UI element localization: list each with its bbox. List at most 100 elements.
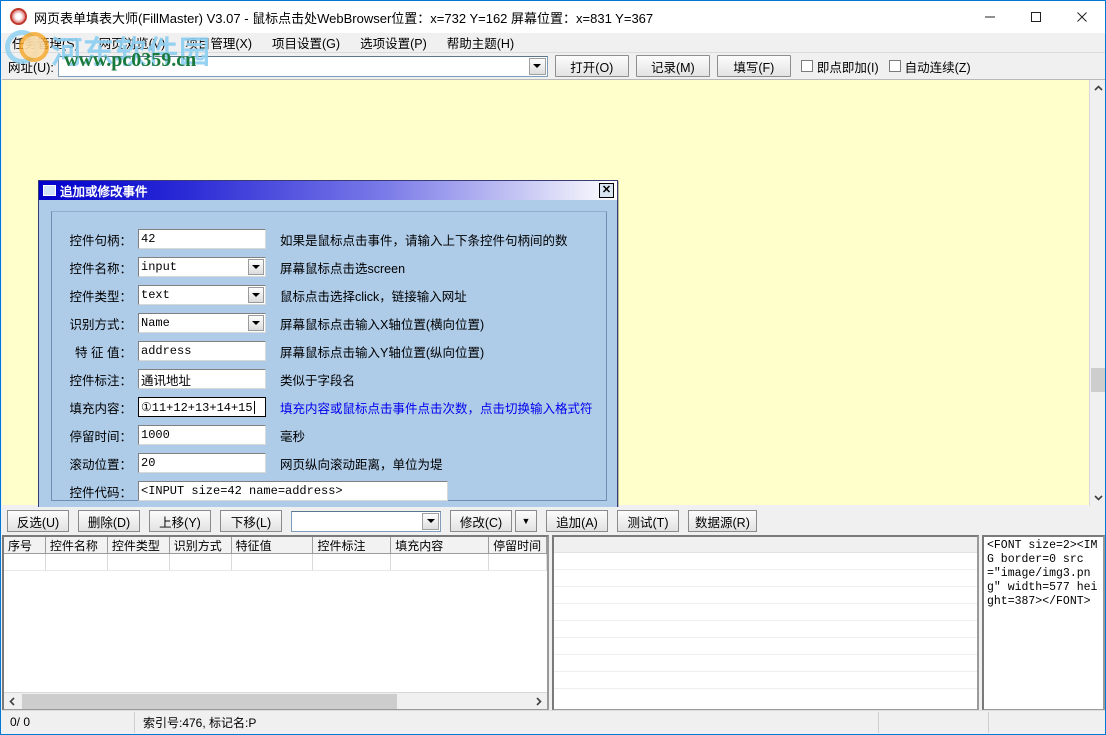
status-bar: 0/ 0 索引号:476, 标记名:P bbox=[2, 710, 1106, 733]
grid-body[interactable] bbox=[4, 554, 547, 691]
text-cursor bbox=[254, 401, 255, 414]
fill-button[interactable]: 填写(F) bbox=[717, 55, 791, 77]
record-button[interactable]: 记录(M) bbox=[636, 55, 710, 77]
scrollbar-thumb[interactable] bbox=[1091, 368, 1106, 392]
grid-column-fill[interactable]: 填充内容 bbox=[391, 537, 489, 554]
events-grid[interactable]: 序号 控件名称 控件类型 识别方式 特征值 控件标注 填充内容 停留时间 bbox=[2, 535, 549, 711]
identify-mode-combobox[interactable]: Name bbox=[138, 313, 266, 333]
scroll-up-icon[interactable] bbox=[1090, 80, 1106, 97]
append-button[interactable]: 追加(A) bbox=[546, 510, 608, 532]
field-row-fill-content: 填充内容： ①11+12+13+14+15 填充内容或鼠标点击事件点击次数，点击… bbox=[52, 396, 593, 418]
move-up-button[interactable]: 上移(Y) bbox=[149, 510, 211, 532]
chevron-down-icon[interactable] bbox=[422, 513, 439, 530]
preview-list-panel[interactable] bbox=[552, 535, 979, 711]
field-label: 特 征 值： bbox=[52, 342, 138, 361]
window-controls bbox=[967, 1, 1105, 33]
chevron-down-icon[interactable] bbox=[529, 58, 546, 75]
grid-column-index[interactable]: 序号 bbox=[4, 537, 46, 554]
list-item[interactable] bbox=[554, 553, 977, 570]
status-cell-3 bbox=[879, 712, 989, 733]
url-toolbar: 网址(U): 打开(O) 记录(M) 填写(F) 即点即加(I) 自动连续(Z) bbox=[2, 53, 1106, 79]
table-row[interactable] bbox=[4, 554, 547, 571]
list-item[interactable] bbox=[554, 587, 977, 604]
maximize-button[interactable] bbox=[1013, 1, 1059, 33]
field-hint: 屏幕鼠标点击输入Y轴位置(纵向位置) bbox=[280, 342, 484, 361]
status-cell-4 bbox=[989, 712, 1104, 733]
chevron-down-icon[interactable] bbox=[248, 287, 264, 303]
close-button[interactable] bbox=[1059, 1, 1105, 33]
browser-viewport[interactable]: 追加或修改事件 ✕ 控件句柄： 42 如果是鼠标点击事件，请输入上下条控件句柄间… bbox=[2, 79, 1106, 505]
field-label: 控件类型： bbox=[52, 286, 138, 305]
control-label-input[interactable]: 通讯地址 bbox=[138, 369, 266, 389]
open-button[interactable]: 打开(O) bbox=[555, 55, 629, 77]
grid-column-control-type[interactable]: 控件类型 bbox=[108, 537, 170, 554]
field-label: 滚动位置： bbox=[52, 454, 138, 473]
scroll-left-icon[interactable] bbox=[4, 693, 21, 710]
grid-column-feature[interactable]: 特征值 bbox=[232, 537, 314, 554]
modify-button[interactable]: 修改(C) bbox=[450, 510, 512, 532]
field-row-delay: 停留时间： 1000 毫秒 bbox=[52, 424, 305, 446]
menu-item-options[interactable]: 选项设置(P) bbox=[350, 32, 437, 53]
list-item[interactable] bbox=[554, 570, 977, 587]
preview-list-header bbox=[554, 537, 977, 553]
feature-value-input[interactable]: address bbox=[138, 341, 266, 361]
field-hint: 如果是鼠标点击事件，请输入上下条控件句柄间的数 bbox=[280, 230, 568, 249]
control-code-input[interactable]: <INPUT size=42 name=address> bbox=[138, 481, 448, 501]
event-filter-combobox[interactable] bbox=[291, 511, 441, 532]
scrollbar-thumb[interactable] bbox=[22, 694, 397, 709]
menu-item-project-settings[interactable]: 项目设置(G) bbox=[262, 32, 350, 53]
control-type-combobox[interactable]: text bbox=[138, 285, 266, 305]
list-item[interactable] bbox=[554, 672, 977, 689]
chevron-down-icon[interactable] bbox=[248, 259, 264, 275]
grid-column-control-name[interactable]: 控件名称 bbox=[46, 537, 108, 554]
scroll-down-icon[interactable] bbox=[1090, 489, 1106, 506]
dialog-close-button[interactable]: ✕ bbox=[599, 183, 614, 198]
datasource-button[interactable]: 数据源(R) bbox=[688, 510, 757, 532]
chevron-down-icon[interactable] bbox=[248, 315, 264, 331]
fill-content-value: ①11+12+13+14+15 bbox=[141, 400, 253, 415]
menu-item-task[interactable]: 任务管理(S) bbox=[2, 32, 89, 53]
menu-item-browse[interactable]: 网页浏览(V) bbox=[89, 32, 176, 53]
html-code-panel[interactable]: <FONT size=2><IMG border=0 src="image/im… bbox=[982, 535, 1105, 711]
field-label: 控件代码： bbox=[52, 482, 138, 501]
menu-item-project[interactable]: 项目管理(X) bbox=[175, 32, 262, 53]
grid-column-identify[interactable]: 识别方式 bbox=[170, 537, 232, 554]
menu-bar: 任务管理(S) 网页浏览(V) 项目管理(X) 项目设置(G) 选项设置(P) … bbox=[2, 33, 1106, 53]
grid-horizontal-scrollbar[interactable] bbox=[4, 692, 547, 709]
url-combobox[interactable] bbox=[58, 56, 548, 77]
test-button[interactable]: 测试(T) bbox=[617, 510, 679, 532]
move-down-button[interactable]: 下移(L) bbox=[220, 510, 282, 532]
grid-column-label[interactable]: 控件标注 bbox=[313, 537, 391, 554]
list-item[interactable] bbox=[554, 638, 977, 655]
minimize-button[interactable] bbox=[967, 1, 1013, 33]
browser-vertical-scrollbar[interactable] bbox=[1089, 80, 1106, 506]
app-logo-icon bbox=[8, 6, 30, 28]
grid-column-delay[interactable]: 停留时间 bbox=[489, 537, 547, 554]
menu-item-help[interactable]: 帮助主题(H) bbox=[437, 32, 524, 53]
window-title: 网页表单填表大师(FillMaster) V3.07 - 鼠标点击处WebBro… bbox=[34, 8, 653, 27]
invert-selection-button[interactable]: 反选(U) bbox=[7, 510, 69, 532]
control-name-combobox[interactable]: input bbox=[138, 257, 266, 277]
auto-continue-checkbox[interactable]: 自动连续(Z) bbox=[889, 57, 971, 76]
field-hint: 屏幕鼠标点击输入X轴位置(横向位置) bbox=[280, 314, 484, 333]
control-handle-input[interactable]: 42 bbox=[138, 229, 266, 249]
field-label: 控件标注： bbox=[52, 370, 138, 389]
list-item[interactable] bbox=[554, 655, 977, 672]
field-hint: 毫秒 bbox=[280, 426, 305, 445]
checkbox-box[interactable] bbox=[889, 60, 901, 72]
delete-button[interactable]: 删除(D) bbox=[78, 510, 140, 532]
checkbox-box[interactable] bbox=[801, 60, 813, 72]
field-row-identify-mode: 识别方式： Name 屏幕鼠标点击输入X轴位置(横向位置) bbox=[52, 312, 484, 334]
title-bar: 网页表单填表大师(FillMaster) V3.07 - 鼠标点击处WebBro… bbox=[1, 1, 1105, 33]
field-label: 控件名称： bbox=[52, 258, 138, 277]
fill-content-input[interactable]: ①11+12+13+14+15 bbox=[138, 397, 266, 417]
scroll-right-icon[interactable] bbox=[530, 693, 547, 710]
delay-input[interactable]: 1000 bbox=[138, 425, 266, 445]
list-item[interactable] bbox=[554, 604, 977, 621]
instant-add-checkbox[interactable]: 即点即加(I) bbox=[801, 57, 879, 76]
list-item[interactable] bbox=[554, 621, 977, 638]
scroll-position-input[interactable]: 20 bbox=[138, 453, 266, 473]
field-row-handle: 控件句柄： 42 如果是鼠标点击事件，请输入上下条控件句柄间的数 bbox=[52, 228, 568, 250]
modify-dropdown-button[interactable]: ▼ bbox=[515, 510, 537, 532]
field-hint: 类似于字段名 bbox=[280, 370, 355, 389]
